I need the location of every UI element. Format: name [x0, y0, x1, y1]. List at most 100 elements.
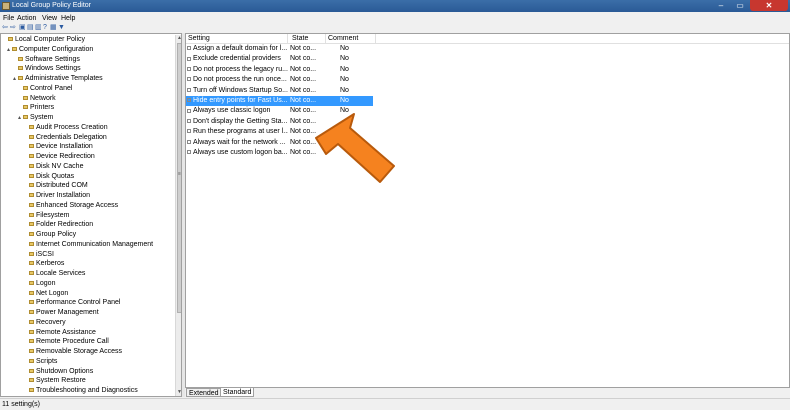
menu-action[interactable]: Action [17, 14, 36, 23]
title-bar: Local Group Policy Editor – ▭ ✕ [0, 0, 790, 12]
table-row[interactable]: Do not process the legacy ru... Not co...… [186, 65, 376, 75]
tree-item-label: Software Settings [25, 55, 80, 63]
tree-item[interactable]: Filesystem [24, 211, 69, 220]
menu-view[interactable]: View [42, 14, 57, 23]
column-header-comment[interactable]: Comment [326, 34, 376, 43]
tree-item[interactable]: Control Panel [18, 84, 72, 93]
tab-extended[interactable]: Extended [186, 388, 222, 397]
expand-icon[interactable]: ▴ [18, 114, 22, 123]
folder-icon [29, 144, 34, 149]
tree-item[interactable]: Printers [18, 103, 54, 112]
menu-help[interactable]: Help [61, 14, 75, 23]
maximize-button[interactable]: ▭ [731, 0, 749, 11]
filter-icon[interactable]: ▼ [58, 24, 65, 32]
export-list-icon[interactable]: ▥ [35, 24, 42, 32]
properties-icon[interactable]: ▦ [50, 24, 57, 32]
table-row[interactable]: Do not process the run once... Not co... N… [186, 75, 376, 85]
tree-item[interactable]: Shutdown Options [24, 367, 93, 376]
tree-item-label: Performance Control Panel [36, 299, 121, 307]
tree-item[interactable]: Net Logon [24, 289, 68, 298]
policy-setting-icon [187, 46, 191, 51]
policy-setting-icon [187, 66, 191, 71]
tree-item[interactable]: Removable Storage Access [24, 347, 122, 356]
tree-item[interactable]: Logon [24, 279, 55, 288]
folder-icon [29, 339, 34, 344]
setting-cell: Run these programs at user l... [187, 127, 288, 137]
show-hide-tree-icon[interactable]: ▤ [27, 24, 34, 32]
policy-setting-icon [187, 129, 191, 134]
tree-item[interactable]: Network [18, 94, 56, 103]
tree-item[interactable]: Internet Communication Management [24, 240, 153, 249]
comment-cell: No [340, 55, 349, 63]
tree-item[interactable]: Troubleshooting and Diagnostics [24, 386, 138, 395]
policy-setting-icon [187, 87, 191, 92]
tree-item[interactable]: Windows Settings [13, 64, 81, 73]
tree-item[interactable]: Performance Control Panel [24, 298, 120, 307]
table-row[interactable]: Assign a default domain for l... Not co..… [186, 44, 376, 54]
tree-item[interactable]: Power Management [24, 308, 99, 317]
tree-item-label: Local Computer Policy [15, 36, 86, 43]
tree-item-label: Remote Assistance [36, 328, 96, 336]
tree-item-label: Device Redirection [36, 153, 95, 160]
table-row[interactable]: Exclude credential providers Not co... No [186, 54, 376, 64]
help-icon[interactable]: ? [43, 24, 47, 32]
tree-item[interactable]: iSCSI [24, 250, 54, 259]
tree-item-label: Remote Procedure Call [36, 338, 109, 346]
minimize-button[interactable]: – [712, 0, 730, 11]
pointer-arrow-icon [315, 113, 395, 183]
expand-icon[interactable]: ▴ [7, 46, 11, 55]
tree-item[interactable]: ▴ Administrative Templates [13, 74, 103, 83]
menu-file[interactable]: File [3, 14, 14, 23]
tree-item-label: Folder Redirection [36, 221, 94, 229]
setting-cell: Always wait for the network ... [187, 138, 288, 148]
column-header-setting[interactable]: Setting [186, 34, 288, 43]
tab-standard[interactable]: Standard [220, 388, 255, 397]
column-header-state[interactable]: State [290, 34, 326, 43]
tree-item[interactable]: ▴ System [18, 113, 53, 122]
policy-setting-icon [187, 150, 191, 155]
tree-item[interactable]: Group Policy [24, 230, 76, 239]
folder-icon [29, 368, 34, 373]
tree-item[interactable]: Local Computer Policy [3, 35, 85, 44]
tree-item-label: Distributed COM [36, 182, 88, 190]
folder-icon [23, 95, 28, 100]
folder-icon [8, 37, 13, 42]
tree-item[interactable]: Remote Procedure Call [24, 337, 109, 346]
tree-item[interactable]: Enhanced Storage Access [24, 201, 118, 210]
tree-item[interactable]: Driver Installation [24, 191, 90, 200]
tree-item[interactable]: Distributed COM [24, 181, 88, 190]
back-icon[interactable]: ⇦ [2, 24, 8, 32]
forward-icon[interactable]: ⇨ [10, 24, 16, 32]
table-row[interactable]: Turn off Windows Startup So... Not co... N… [186, 86, 376, 96]
tree-item[interactable]: System Restore [24, 376, 86, 385]
tree-item[interactable]: Device Redirection [24, 152, 95, 161]
folder-icon [12, 46, 17, 51]
tree-item[interactable]: Kerberos [24, 259, 64, 268]
up-folder-icon[interactable]: ▣ [19, 24, 26, 32]
tree-item[interactable]: Software Settings [13, 55, 80, 64]
tree-scrollbar[interactable]: ▲ ≡ ▼ [175, 35, 181, 396]
close-button[interactable]: ✕ [750, 0, 788, 11]
folder-icon [29, 388, 34, 393]
tree-item-label: Computer Configuration [19, 45, 94, 53]
tree-item[interactable]: ▴ Computer Configuration [7, 45, 93, 54]
folder-icon [29, 280, 34, 285]
setting-name: Do not process the run once... [193, 76, 287, 84]
tree-item[interactable]: Disk NV Cache [24, 162, 83, 171]
folder-icon [23, 85, 28, 90]
tree-item[interactable]: Device Installation [24, 142, 93, 151]
tree-item[interactable]: Disk Quotas [24, 172, 74, 181]
tree-item[interactable]: Folder Redirection [24, 220, 93, 229]
folder-icon [18, 56, 23, 61]
tree-item[interactable]: Remote Assistance [24, 328, 96, 337]
folder-icon [29, 349, 34, 354]
tree-item[interactable]: Locale Services [24, 269, 85, 278]
table-row[interactable]: Hide entry points for Fast Us... Not co..… [186, 96, 373, 106]
folder-icon [29, 232, 34, 237]
expand-icon[interactable]: ▴ [13, 75, 17, 84]
tree-item[interactable]: Credentials Delegation [24, 133, 107, 142]
tree-item[interactable]: Scripts [24, 357, 57, 366]
status-bar: 11 setting(s) [0, 398, 790, 410]
tree-item[interactable]: Recovery [24, 318, 66, 327]
tree-item[interactable]: Audit Process Creation [24, 123, 108, 132]
